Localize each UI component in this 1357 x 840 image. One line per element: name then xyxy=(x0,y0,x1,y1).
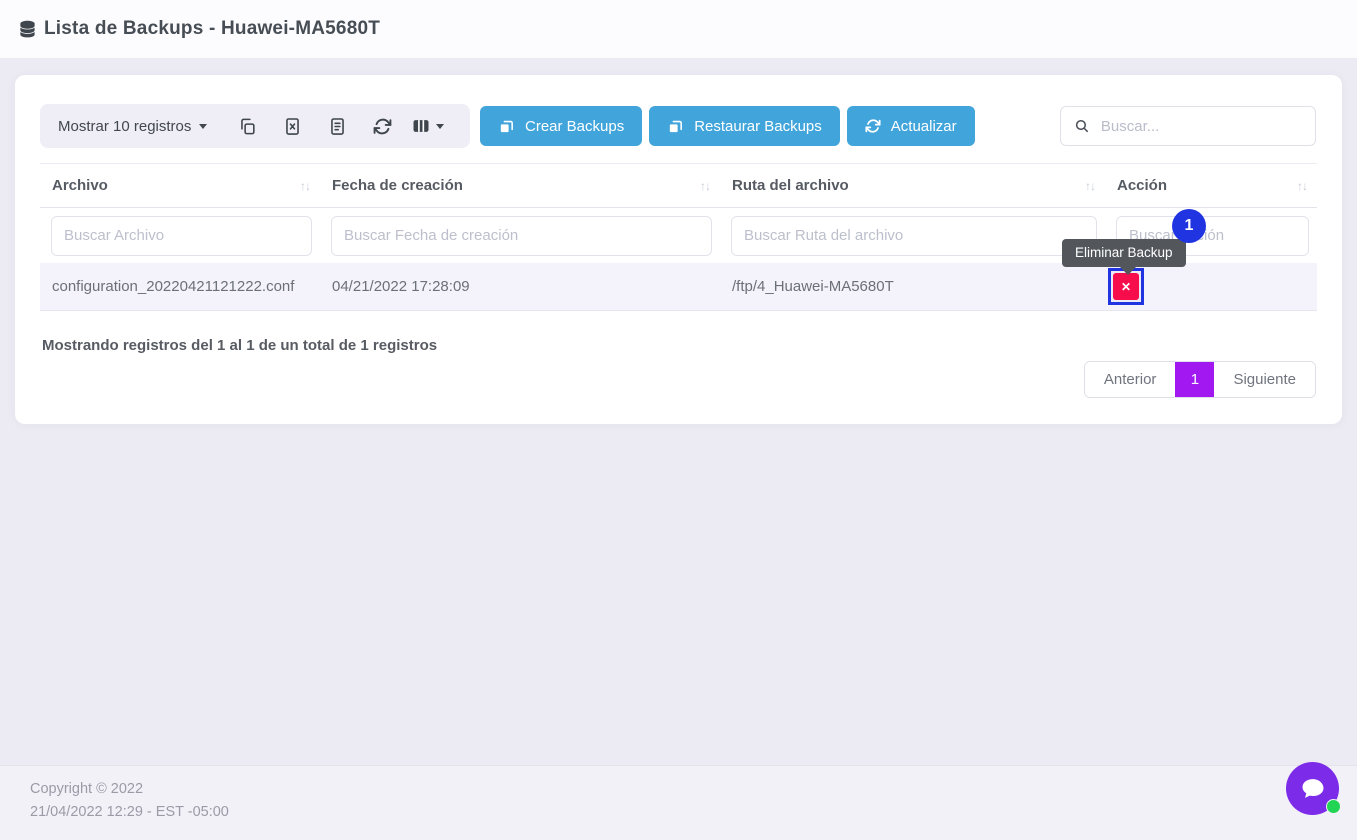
table-toolbar: Mostrar 10 registros xyxy=(40,104,1316,148)
sort-icon: ↑↓ xyxy=(1297,179,1307,193)
cell-fecha-creacion: 04/21/2022 17:28:09 xyxy=(320,278,720,295)
column-label: Acción xyxy=(1117,177,1167,194)
excel-export-button[interactable] xyxy=(270,104,315,148)
refresh-icon xyxy=(373,117,392,136)
column-header-accion[interactable]: Acción ↑↓ xyxy=(1105,177,1317,194)
create-backups-button[interactable]: Crear Backups xyxy=(480,106,642,146)
online-status-dot xyxy=(1326,799,1341,814)
length-menu-button[interactable]: Mostrar 10 registros xyxy=(58,118,207,135)
sort-icon: ↑↓ xyxy=(1085,179,1095,193)
cell-accion: ✕ xyxy=(1105,268,1317,305)
copyright-text: Copyright © 2022 xyxy=(30,778,1357,801)
search-icon xyxy=(1074,117,1090,135)
column-label: Archivo xyxy=(52,177,108,194)
chevron-down-icon xyxy=(199,124,207,129)
excel-icon xyxy=(283,117,302,136)
column-label: Ruta del archivo xyxy=(732,177,849,194)
search-input[interactable] xyxy=(1101,118,1302,135)
sync-icon xyxy=(865,118,881,134)
pagination: Anterior 1 Siguiente xyxy=(1084,361,1316,398)
column-label: Fecha de creación xyxy=(332,177,463,194)
table-info: Mostrando registros del 1 al 1 de un tot… xyxy=(42,337,437,354)
filter-input-ruta[interactable] xyxy=(731,216,1097,256)
column-visibility-button[interactable] xyxy=(405,104,450,148)
columns-icon xyxy=(411,116,431,136)
save-icon xyxy=(667,118,684,135)
datatable-buttons-group: Mostrar 10 registros xyxy=(40,104,470,148)
create-backups-label: Crear Backups xyxy=(525,118,624,135)
column-header-archivo[interactable]: Archivo ↑↓ xyxy=(40,177,320,194)
sort-icon: ↑↓ xyxy=(700,179,710,193)
chat-widget-button[interactable] xyxy=(1286,762,1339,815)
annotation-badge: 1 xyxy=(1172,209,1206,243)
column-header-ruta[interactable]: Ruta del archivo ↑↓ xyxy=(720,177,1105,194)
restore-backups-button[interactable]: Restaurar Backups xyxy=(649,106,840,146)
file-lines-icon xyxy=(328,117,347,136)
page-title: Lista de Backups - Huawei-MA5680T xyxy=(44,18,380,40)
table-header-row: Archivo ↑↓ Fecha de creación ↑↓ Ruta del… xyxy=(40,163,1317,208)
next-page-button[interactable]: Siguiente xyxy=(1214,362,1315,397)
sort-icon: ↑↓ xyxy=(300,179,310,193)
database-icon xyxy=(18,19,37,40)
save-icon xyxy=(498,118,515,135)
reload-button[interactable] xyxy=(360,104,405,148)
copy-button[interactable] xyxy=(225,104,270,148)
topbar: Lista de Backups - Huawei-MA5680T xyxy=(0,0,1357,58)
chat-bubble-icon xyxy=(1298,775,1328,803)
copy-icon xyxy=(238,117,257,136)
datetime-text: 21/04/2022 12:29 - EST -05:00 xyxy=(30,801,1357,824)
filter-input-archivo[interactable] xyxy=(51,216,312,256)
update-label: Actualizar xyxy=(891,118,957,135)
delete-backup-button[interactable]: ✕ xyxy=(1113,273,1139,300)
cell-archivo: configuration_20220421121222.conf xyxy=(40,278,320,295)
tooltip-eliminar-backup: Eliminar Backup xyxy=(1062,239,1186,267)
file-export-button[interactable] xyxy=(315,104,360,148)
previous-page-button[interactable]: Anterior xyxy=(1085,362,1176,397)
cell-ruta-archivo: /ftp/4_Huawei-MA5680T xyxy=(720,278,1105,295)
update-button[interactable]: Actualizar xyxy=(847,106,975,146)
close-icon: ✕ xyxy=(1121,281,1131,293)
restore-backups-label: Restaurar Backups xyxy=(694,118,822,135)
column-header-fecha[interactable]: Fecha de creación ↑↓ xyxy=(320,177,720,194)
footer: Copyright © 2022 21/04/2022 12:29 - EST … xyxy=(0,765,1357,840)
filter-input-fecha[interactable] xyxy=(331,216,712,256)
length-menu-label: Mostrar 10 registros xyxy=(58,118,191,135)
backups-table: Archivo ↑↓ Fecha de creación ↑↓ Ruta del… xyxy=(40,163,1317,311)
search-box xyxy=(1060,106,1316,146)
chevron-down-icon xyxy=(436,124,444,129)
current-page-button[interactable]: 1 xyxy=(1175,362,1214,397)
